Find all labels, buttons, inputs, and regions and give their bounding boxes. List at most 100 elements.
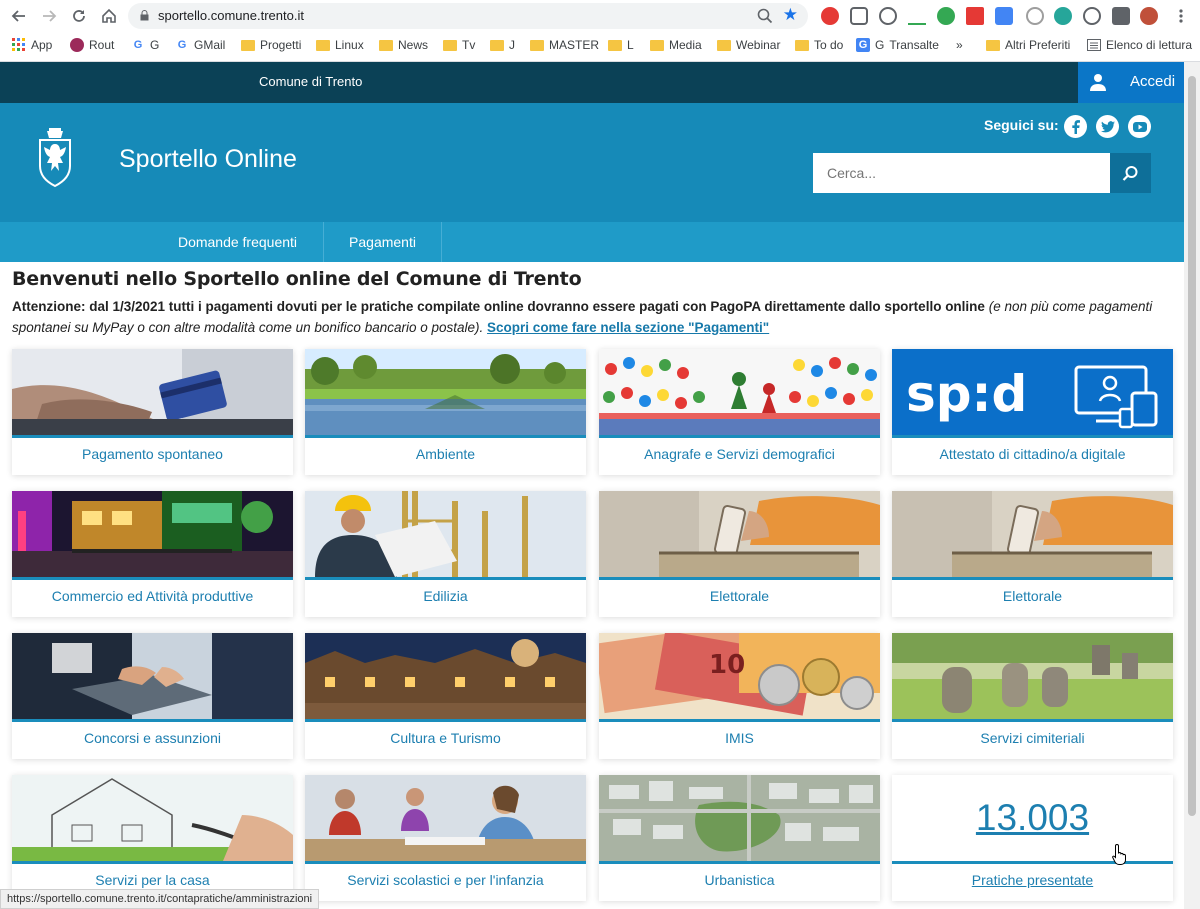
search-input[interactable]: [813, 153, 1110, 193]
bookmark-tv[interactable]: Tv: [443, 37, 475, 53]
bookmark-todo[interactable]: To do: [795, 37, 843, 53]
bookmark-media[interactable]: Media: [650, 37, 702, 53]
tile-pratiche-presentate[interactable]: 13.003 Pratiche presentate: [892, 775, 1173, 901]
bookmark-gmail[interactable]: G GMail: [175, 37, 226, 53]
om-extension-icon[interactable]: [1083, 7, 1101, 25]
tile-edilizia[interactable]: Edilizia: [305, 491, 586, 617]
nav-pagamenti[interactable]: Pagamenti: [324, 222, 442, 262]
tile-accent-bar: [305, 435, 586, 438]
forward-arrow-icon[interactable]: [38, 5, 60, 27]
bookmark-j[interactable]: J: [490, 37, 515, 53]
tile-concorsi[interactable]: Concorsi e assunzioni: [12, 633, 293, 759]
tile-image: [305, 491, 586, 577]
tile-caption[interactable]: Servizi cimiteriali: [892, 730, 1173, 746]
tile-accent-bar: [305, 577, 586, 580]
screenshot: sportello.comune.trento.it ★ App Rout G …: [0, 0, 1200, 909]
puzzle-icon[interactable]: [1112, 7, 1130, 25]
tile-caption[interactable]: Concorsi e assunzioni: [12, 730, 293, 746]
tile-caption[interactable]: Attestato di cittadino/a digitale: [892, 446, 1173, 462]
profile-avatar[interactable]: [1140, 7, 1158, 25]
tile-image: [892, 633, 1173, 719]
folder-icon: [717, 39, 731, 51]
tile-caption[interactable]: Servizi per la casa: [12, 872, 293, 888]
tile-caption[interactable]: IMIS: [599, 730, 880, 746]
reading-list[interactable]: Elenco di lettura: [1087, 37, 1192, 53]
tile-caption[interactable]: Pratiche presentate: [892, 872, 1173, 888]
tile-caption[interactable]: Pagamento spontaneo: [12, 446, 293, 462]
folder-icon: [241, 39, 255, 51]
login-button[interactable]: Accedi: [1078, 62, 1184, 103]
crest-logo[interactable]: [38, 128, 72, 188]
tile-caption[interactable]: Urbanistica: [599, 872, 880, 888]
bookmark-l[interactable]: L: [608, 37, 634, 53]
circle-extension-icon[interactable]: [1026, 7, 1044, 25]
tile-imis[interactable]: 10 IMIS: [599, 633, 880, 759]
chart-extension-icon[interactable]: [908, 7, 926, 25]
folder-icon: [379, 39, 393, 51]
address-bar[interactable]: sportello.comune.trento.it ★: [128, 3, 808, 29]
tile-urbanistica[interactable]: Urbanistica: [599, 775, 880, 901]
bookmark-master[interactable]: MASTER: [530, 37, 599, 53]
bookmark-progetti[interactable]: Progetti: [241, 37, 301, 53]
twitter-icon[interactable]: [1096, 115, 1119, 138]
bookmark-webinar[interactable]: Webinar: [717, 37, 780, 53]
bookmark-altri-preferiti[interactable]: Altri Preferiti: [986, 37, 1070, 53]
bookmark-news[interactable]: News: [379, 37, 428, 53]
tile-elettorale-2[interactable]: Elettorale: [892, 491, 1173, 617]
bookmarks-overflow[interactable]: »: [956, 37, 963, 53]
bookmark-transalte[interactable]: G G Transalte: [856, 37, 939, 53]
tile-caption[interactable]: Ambiente: [305, 446, 586, 462]
tile-caption[interactable]: Elettorale: [892, 588, 1173, 604]
tile-caption[interactable]: Edilizia: [305, 588, 586, 604]
tile-caption[interactable]: Servizi scolastici e per l'infanzia: [305, 872, 586, 888]
translate-extension-icon[interactable]: [995, 7, 1013, 25]
tile-ambiente[interactable]: Ambiente: [305, 349, 586, 475]
menu-dots-icon[interactable]: [1170, 5, 1192, 27]
green-extension-icon[interactable]: [937, 7, 955, 25]
tile-pagamento-spontaneo[interactable]: Pagamento spontaneo: [12, 349, 293, 475]
page-scrollbar[interactable]: [1184, 62, 1200, 909]
folder-icon: [316, 39, 330, 51]
tile-cultura-turismo[interactable]: Cultura e Turismo: [305, 633, 586, 759]
tile-elettorale-1[interactable]: Elettorale: [599, 491, 880, 617]
reload-icon[interactable]: [68, 5, 90, 27]
bookmark-linux[interactable]: Linux: [316, 37, 364, 53]
nav-domande-frequenti[interactable]: Domande frequenti: [152, 222, 324, 262]
zoom-icon[interactable]: [756, 7, 774, 25]
site-title[interactable]: Sportello Online: [119, 145, 297, 174]
tile-caption[interactable]: Anagrafe e Servizi demografici: [599, 446, 880, 462]
home-icon[interactable]: [98, 5, 120, 27]
megaphone-extension-icon[interactable]: [966, 7, 984, 25]
extension-icon[interactable]: [879, 7, 897, 25]
folder-icon: [795, 39, 809, 51]
bookmark-star-icon[interactable]: ★: [783, 5, 798, 25]
tile-servizi-scolastici[interactable]: Servizi scolastici e per l'infanzia: [305, 775, 586, 901]
practices-counter[interactable]: 13.003: [892, 797, 1173, 839]
tile-attestato-digitale[interactable]: sp:d Attestato di cittadino/a digitale: [892, 349, 1173, 475]
status-bar-url: https://sportello.comune.trento.it/conta…: [0, 889, 320, 909]
tile-accent-bar: [305, 861, 586, 864]
bookmark-apps[interactable]: App: [12, 37, 52, 53]
bookmarks-bar: App Rout GG G GMail Progetti Linux News T…: [0, 32, 1200, 58]
tile-anagrafe[interactable]: Anagrafe e Servizi demografici: [599, 349, 880, 475]
tile-servizi-cimiteriali[interactable]: Servizi cimiteriali: [892, 633, 1173, 759]
youtube-icon[interactable]: [1128, 115, 1151, 138]
tile-commercio[interactable]: Commercio ed Attività produttive: [12, 491, 293, 617]
bookmark-g[interactable]: GG: [131, 37, 160, 53]
tile-caption[interactable]: Elettorale: [599, 588, 880, 604]
tile-caption[interactable]: Cultura e Turismo: [305, 730, 586, 746]
municipality-link[interactable]: Comune di Trento: [259, 74, 362, 89]
adblock-extension-icon[interactable]: [821, 7, 839, 25]
pocket-extension-icon[interactable]: [850, 7, 868, 25]
teal-extension-icon[interactable]: [1054, 7, 1072, 25]
scrollbar-thumb[interactable]: [1188, 76, 1196, 816]
facebook-icon[interactable]: [1064, 115, 1087, 138]
pagamenti-section-link[interactable]: Scopri come fare nella sezione "Pagament…: [487, 320, 769, 335]
back-arrow-icon[interactable]: [8, 5, 30, 27]
tile-accent-bar: [599, 577, 880, 580]
tile-caption[interactable]: Commercio ed Attività produttive: [12, 588, 293, 604]
search-button[interactable]: [1110, 153, 1151, 193]
tile-image: [892, 491, 1173, 577]
tile-servizi-casa[interactable]: Servizi per la casa: [12, 775, 293, 901]
bookmark-rout[interactable]: Rout: [70, 37, 114, 53]
